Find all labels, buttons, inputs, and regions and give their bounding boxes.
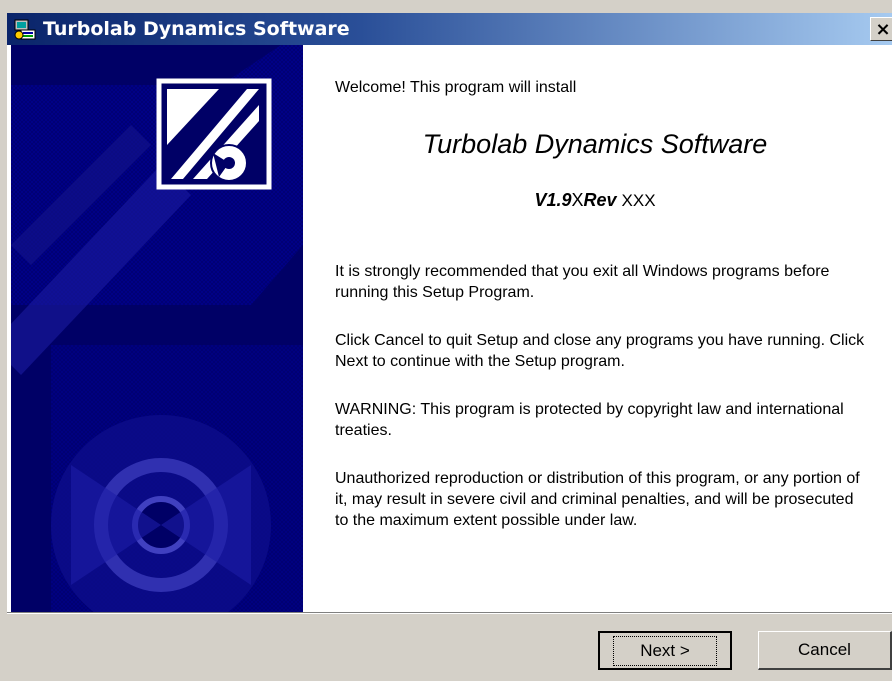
setup-window: Turbolab Dynamics Software × Welcome! Th…: [0, 0, 892, 681]
installer-icon: [14, 19, 36, 40]
next-button-label: Next >: [613, 635, 717, 666]
title-bar[interactable]: Turbolab Dynamics Software ×: [7, 13, 892, 45]
recommendation-text: It is strongly recommended that you exit…: [335, 263, 830, 301]
welcome-content: Welcome! This program will install Turbo…: [325, 45, 865, 612]
window-title: Turbolab Dynamics Software: [43, 18, 350, 40]
banner-panel: [11, 45, 303, 612]
version-number: V1.9: [534, 190, 572, 210]
legal-notice-text: Unauthorized reproduction or distributio…: [335, 470, 860, 529]
product-name: Turbolab Dynamics Software: [422, 129, 768, 159]
welcome-text: Welcome! This program will install: [335, 79, 577, 96]
setup-logo-icon: [156, 78, 272, 190]
version-rev-value: XXX: [621, 191, 656, 210]
close-button[interactable]: ×: [870, 17, 892, 41]
close-icon: ×: [875, 18, 891, 40]
cancel-button-label: Cancel: [798, 640, 851, 659]
cancel-button[interactable]: Cancel: [758, 631, 892, 670]
footer-divider: [7, 612, 892, 614]
next-button[interactable]: Next >: [598, 631, 732, 670]
version-rev-label: Rev: [583, 190, 617, 210]
banner-artwork: [11, 45, 303, 612]
warning-text: WARNING: This program is protected by co…: [335, 401, 844, 439]
client-area: Welcome! This program will install Turbo…: [7, 45, 892, 612]
cancel-instructions-text: Click Cancel to quit Setup and close any…: [335, 332, 865, 370]
version-x: X: [571, 190, 584, 210]
version-line: V1.9XRev XXX: [325, 190, 865, 211]
